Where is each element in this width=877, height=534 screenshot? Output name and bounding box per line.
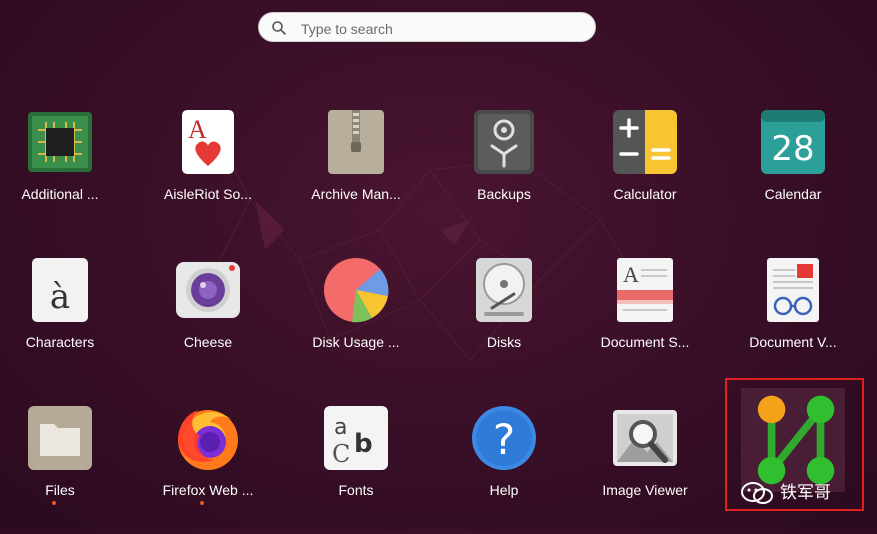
app-cheese[interactable]: Cheese [134,256,274,386]
app-label: Backups [477,186,531,202]
app-firefox[interactable]: Firefox Web ... [134,404,274,534]
search-input[interactable] [299,17,583,41]
fonts-glyph-b: b [354,429,373,459]
watermark: 铁军哥 [740,478,831,505]
running-indicator [200,501,204,505]
app-calculator[interactable]: Calculator [571,108,711,238]
app-aisleriot[interactable]: A AisleRiot So... [134,108,274,238]
help-glyph: ? [493,415,515,464]
fonts-glyph-a: a [334,415,347,440]
hard-disk-icon [476,258,532,322]
folder-icon [28,406,92,470]
svg-text:A: A [188,115,207,144]
app-label: Calculator [613,186,677,202]
calendar-icon: 28 [761,110,825,174]
app-fonts[interactable]: a b C Fonts [282,404,422,534]
pie-chart-icon [324,258,389,323]
app-label: Firefox Web ... [162,482,254,498]
app-label: Document V... [749,334,837,350]
app-label: Disk Usage ... [312,334,400,350]
fonts-icon: a b C [324,406,388,470]
app-disks[interactable]: Disks [430,256,570,386]
app-archive-manager[interactable]: Archive Man... [282,108,422,238]
firefox-icon [178,410,238,470]
svg-text:A: A [623,262,639,287]
help-icon: ? [472,406,536,470]
app-label: Image Viewer [602,482,688,498]
playing-card-icon: A [182,110,234,174]
app-label: Fonts [338,482,374,498]
app-label: Help [489,482,519,498]
archive-zipper-icon [328,110,384,174]
app-label: Cheese [183,334,233,350]
watermark-text: 铁军哥 [780,483,831,503]
search-icon [272,21,286,35]
app-image-viewer[interactable]: Image Viewer [571,404,711,534]
app-additional-drivers[interactable]: Additional ... [0,108,126,238]
chip-icon [28,112,92,172]
image-viewer-icon [613,410,677,466]
app-calendar[interactable]: 28 Calendar [719,108,859,238]
app-files[interactable]: Files [0,404,126,534]
app-document-viewer[interactable]: Document V... [719,256,859,386]
app-backups[interactable]: Backups [430,108,570,238]
search-bar[interactable] [258,12,596,42]
app-label: Document S... [600,334,690,350]
safe-icon [474,110,534,174]
app-label: Archive Man... [311,186,401,202]
app-characters[interactable]: à Characters [0,256,126,386]
app-label: Files [45,482,75,498]
running-indicator [52,501,56,505]
app-label: Calendar [764,186,822,202]
app-label: Additional ... [21,186,99,202]
character-glyph: à [50,277,70,317]
app-label: Disks [486,334,522,350]
scanner-icon: A [617,258,673,322]
app-label: AisleRiot So... [164,186,252,202]
app-help[interactable]: ? Help [430,404,570,534]
wechat-icon [741,482,773,504]
webcam-icon [176,262,240,318]
app-disk-usage[interactable]: Disk Usage ... [282,256,422,386]
character-map-icon: à [32,258,88,322]
calculator-icon [613,110,677,174]
fonts-glyph-c: C [332,440,350,468]
app-document-scanner[interactable]: A Document S... [571,256,711,386]
calendar-day: 28 [771,129,814,169]
document-viewer-icon [767,258,819,322]
app-label: Characters [25,334,95,350]
